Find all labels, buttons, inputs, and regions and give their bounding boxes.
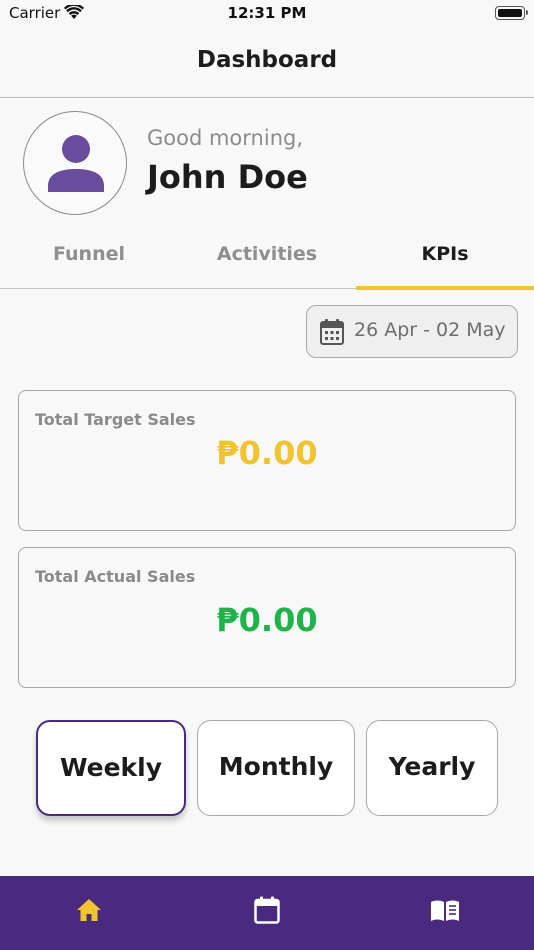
target-sales-value: ₱0.00 [216,434,318,472]
tab-bar-top: Funnel Activities KPIs [0,228,534,290]
navigation-bar: Dashboard [0,30,534,98]
weekly-button[interactable]: Weekly [36,720,186,816]
user-name: John Doe [147,158,308,196]
yearly-button[interactable]: Yearly [366,720,498,816]
home-icon[interactable] [76,898,102,926]
calendar-icon [320,319,344,345]
actual-sales-label: Total Actual Sales [35,567,196,586]
date-range-button[interactable]: 26 Apr - 02 May [306,305,518,358]
greeting-text: Good morning, [147,126,304,150]
profile-header: Good morning, John Doe [0,98,534,228]
target-sales-label: Total Target Sales [35,410,196,429]
avatar[interactable] [23,111,127,215]
battery-icon [495,6,528,20]
person-icon [48,135,104,192]
tab-activities[interactable]: Activities [178,228,356,288]
page-title: Dashboard [196,47,338,73]
clock: 12:31 PM [227,4,307,22]
tab-funnel[interactable]: Funnel [0,228,178,288]
bottom-tab-bar [0,876,534,950]
book-icon[interactable] [430,899,460,927]
actual-sales-value: ₱0.00 [216,601,318,639]
status-bar: Carrier 12:31 PM [0,0,534,30]
date-range-label: 26 Apr - 02 May [354,319,506,341]
target-sales-card: Total Target Sales ₱0.00 [18,390,516,531]
calendar-tab-icon[interactable] [254,896,280,928]
monthly-button[interactable]: Monthly [197,720,355,816]
actual-sales-card: Total Actual Sales ₱0.00 [18,547,516,688]
tab-kpis[interactable]: KPIs [356,228,534,290]
